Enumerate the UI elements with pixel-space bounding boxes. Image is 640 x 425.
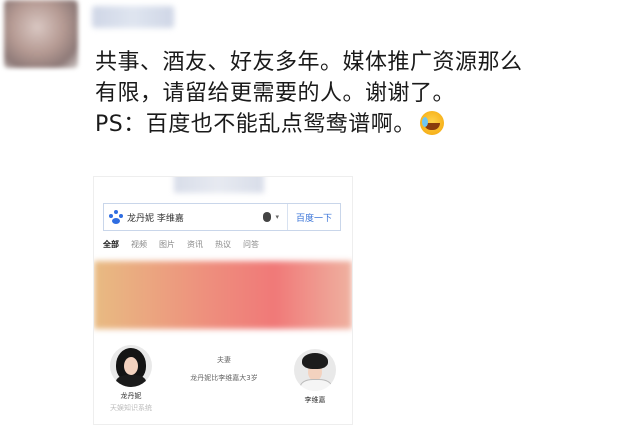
relation-info: 夫妻 龙丹妮比李维嘉大3岁 (164, 355, 284, 383)
person-1-subtitle: 天娱知识系统 (110, 404, 152, 412)
tab-qa: 问答 (243, 240, 259, 249)
tab-images: 图片 (159, 240, 175, 249)
embedded-search-screenshot[interactable]: 龙丹妮 李维嘉 ▾ 百度一下 全部 视频 图片 资讯 热议 问答 龙丹妮 天娱知… (93, 176, 353, 425)
person-1-photo (110, 345, 152, 387)
person-2-name: 李维嘉 (304, 396, 326, 404)
search-tabs: 全部 视频 图片 资讯 热议 问答 (103, 239, 343, 250)
tab-discussion: 热议 (215, 240, 231, 249)
post-line-3: PS：百度也不能乱点鸳鸯谱啊。 (95, 109, 635, 140)
microphone-icon (263, 212, 272, 222)
post-line-1: 共事、酒友、好友多年。媒体推广资源那么 (95, 50, 523, 75)
baidu-paw-icon (109, 210, 123, 224)
person-card-1: 龙丹妮 天娱知识系统 (106, 345, 156, 413)
search-query: 龙丹妮 李维嘉 (127, 213, 184, 224)
dropdown-arrow-icon: ▾ (275, 213, 279, 221)
person-card-2: 李维嘉 (290, 349, 340, 405)
laughing-crying-emoji-icon (419, 111, 444, 135)
relation-label: 夫妻 (217, 356, 231, 364)
blurred-banner (94, 261, 352, 329)
person-2-photo (294, 349, 336, 391)
post-text: 共事、酒友、好友多年。媒体推广资源那么 有限，请留给更需要的人。谢谢了。 PS：… (95, 47, 635, 140)
post-line-2: 有限，请留给更需要的人。谢谢了。 (95, 81, 456, 106)
person-1-name: 龙丹妮 (120, 392, 142, 400)
search-bar: 龙丹妮 李维嘉 ▾ 百度一下 (103, 203, 341, 231)
blurred-header (174, 177, 264, 193)
poster-avatar[interactable] (4, 0, 78, 68)
relation-detail: 龙丹妮比李维嘉大3岁 (190, 374, 258, 382)
tab-video: 视频 (131, 240, 147, 249)
tab-all: 全部 (103, 240, 119, 249)
poster-name-blurred[interactable] (92, 6, 174, 28)
tab-news: 资讯 (187, 240, 203, 249)
search-button: 百度一下 (287, 204, 340, 230)
